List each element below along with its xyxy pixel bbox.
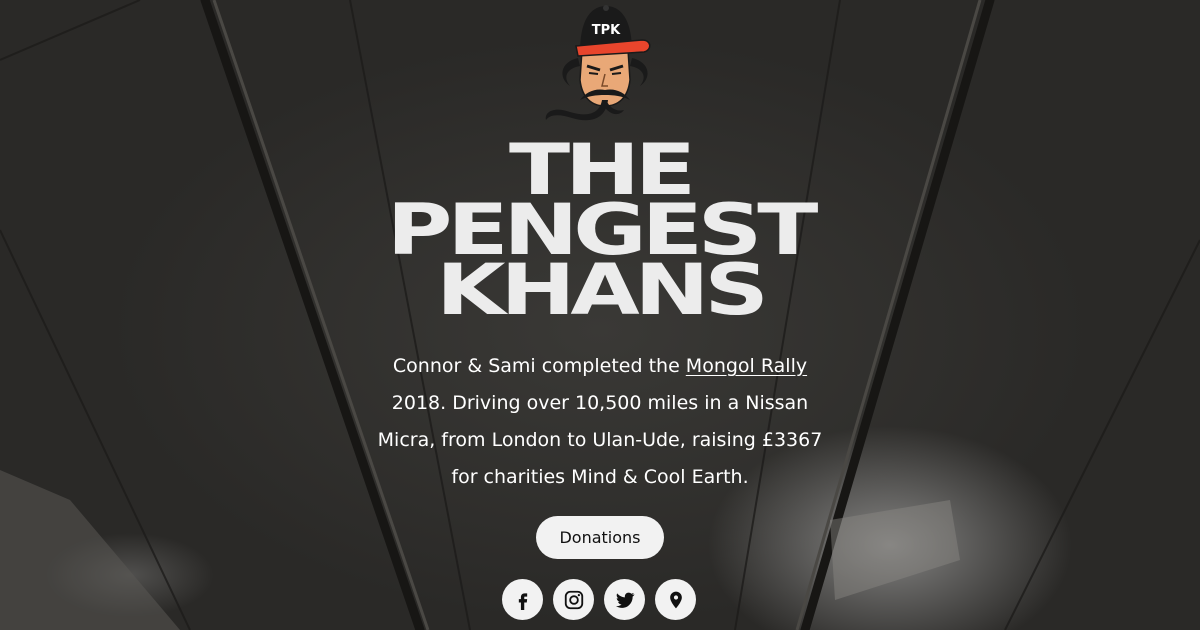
twitter-icon (615, 592, 634, 608)
title-line-3: KHANS (436, 249, 769, 331)
map-pin-icon (669, 591, 682, 608)
site-title: THE PENGEST KHANS (300, 135, 900, 325)
intro-text-lead: Connor & Sami completed the (392, 355, 686, 377)
twitter-link[interactable] (604, 579, 645, 620)
intro-text: Connor & Sami completed the Mongol Rally… (370, 348, 830, 496)
mongol-rally-link[interactable]: Mongol Rally (686, 355, 807, 377)
social-links (502, 579, 696, 620)
khan-mascot-logo: TPK (545, 5, 651, 121)
location-link[interactable] (655, 579, 696, 620)
facebook-link[interactable] (502, 579, 543, 620)
intro-text-rest: 2018. Driving over 10,500 miles in a Nis… (377, 392, 823, 488)
hero-section: TPK THE PENGEST KHANS Connor & Sami comp… (0, 0, 1200, 630)
facebook-icon (518, 592, 527, 610)
instagram-link[interactable] (553, 579, 594, 620)
donations-button[interactable]: Donations (536, 516, 664, 559)
instagram-icon (564, 590, 583, 609)
cap-label: TPK (592, 23, 621, 38)
